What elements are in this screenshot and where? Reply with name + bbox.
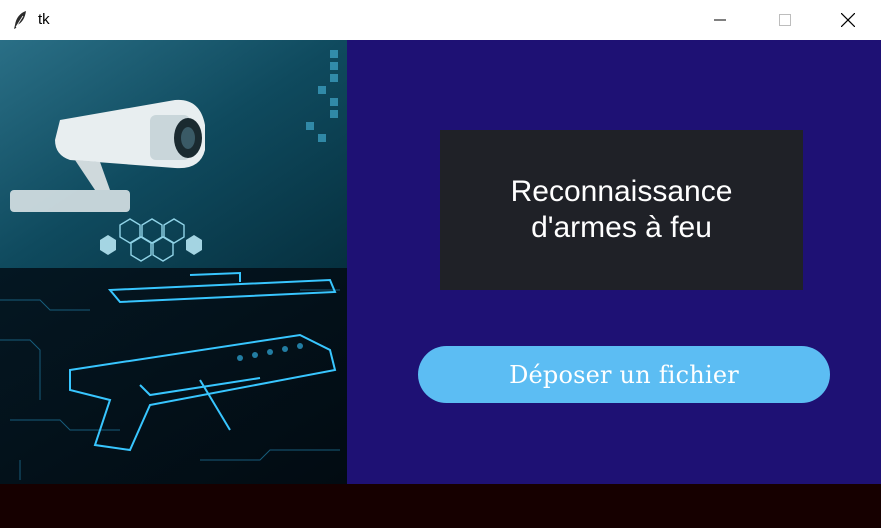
main-content: Reconnaissance d'armes à feu Déposer un … bbox=[0, 40, 881, 484]
main-panel: Reconnaissance d'armes à feu Déposer un … bbox=[347, 40, 881, 484]
minimize-icon bbox=[714, 19, 726, 21]
maximize-icon bbox=[779, 14, 791, 26]
bottom-bar bbox=[0, 484, 881, 528]
upload-file-button[interactable]: Déposer un fichier bbox=[418, 346, 830, 403]
close-button[interactable] bbox=[818, 0, 878, 40]
upload-button-label: Déposer un fichier bbox=[509, 360, 739, 389]
surveillance-illustration bbox=[0, 40, 347, 484]
illustration-graphic bbox=[0, 40, 347, 484]
app-heading: Reconnaissance d'armes à feu bbox=[510, 175, 733, 244]
close-icon bbox=[841, 13, 855, 27]
minimize-button[interactable] bbox=[690, 0, 750, 40]
maximize-button[interactable] bbox=[755, 0, 815, 40]
title-bar: tk bbox=[0, 0, 881, 40]
title-box: Reconnaissance d'armes à feu bbox=[440, 130, 803, 290]
window-title: tk bbox=[38, 11, 50, 28]
feather-icon bbox=[14, 11, 26, 29]
